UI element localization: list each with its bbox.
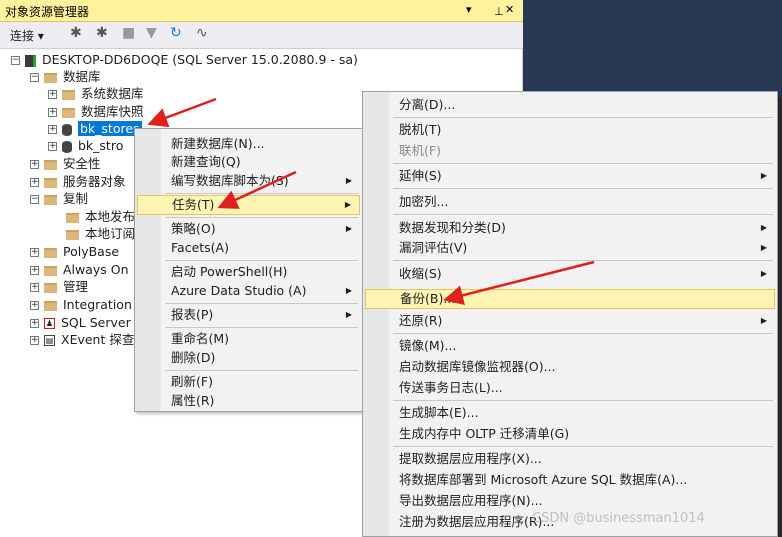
- arrow-to-db: [147, 97, 217, 128]
- watermark: CSDN @businessman1014: [532, 511, 705, 526]
- annotation-arrows: [147, 97, 595, 306]
- arrow-to-backup: [443, 260, 595, 306]
- arrow-to-tasks: [217, 170, 297, 209]
